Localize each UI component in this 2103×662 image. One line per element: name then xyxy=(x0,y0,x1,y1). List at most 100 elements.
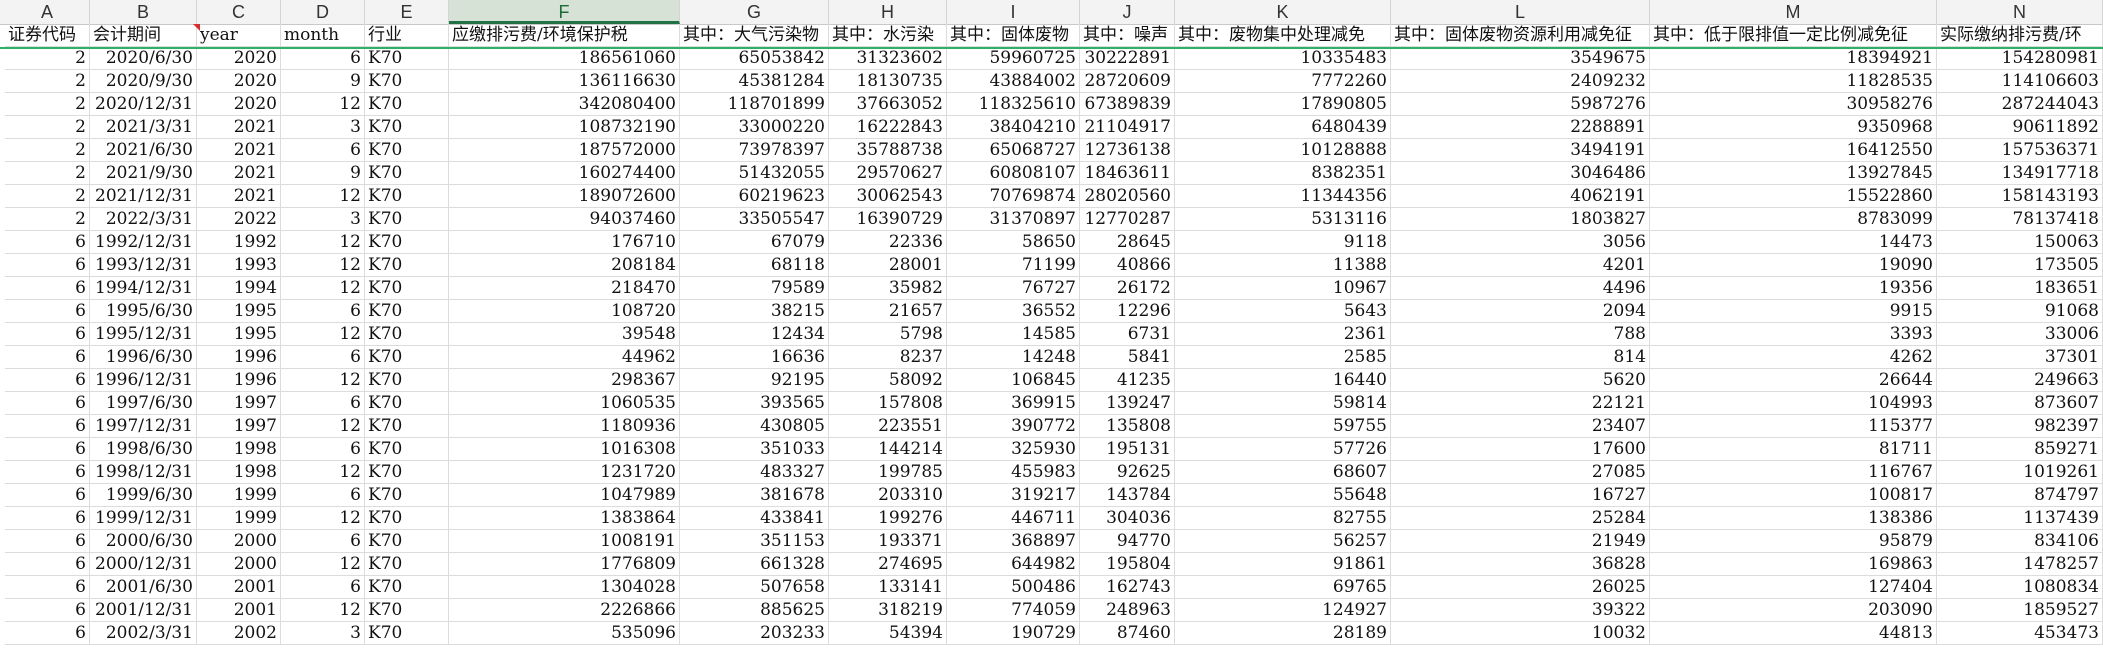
table-cell[interactable]: 58650 xyxy=(947,231,1080,254)
header-cell[interactable]: 实际缴纳排污费/环 xyxy=(1937,24,2103,47)
table-cell[interactable]: 108720 xyxy=(449,300,680,323)
table-cell[interactable]: 33006 xyxy=(1937,323,2103,346)
table-cell[interactable]: 82755 xyxy=(1175,507,1391,530)
table-cell[interactable]: 44962 xyxy=(449,346,680,369)
table-cell[interactable]: 1995/6/30 xyxy=(90,300,197,323)
table-cell[interactable]: 23407 xyxy=(1391,415,1650,438)
table-cell[interactable]: 68118 xyxy=(680,254,829,277)
table-cell[interactable]: 2001 xyxy=(197,576,281,599)
table-cell[interactable]: K70 xyxy=(365,139,449,162)
table-cell[interactable]: 44813 xyxy=(1650,622,1937,645)
table-cell[interactable]: 1998/6/30 xyxy=(90,438,197,461)
table-cell[interactable]: 115377 xyxy=(1650,415,1937,438)
table-cell[interactable]: 788 xyxy=(1391,323,1650,346)
table-cell[interactable]: 100817 xyxy=(1650,484,1937,507)
table-cell[interactable]: 12 xyxy=(281,277,365,300)
table-cell[interactable]: 1803827 xyxy=(1391,208,1650,231)
table-cell[interactable]: 79589 xyxy=(680,277,829,300)
table-cell[interactable]: 12 xyxy=(281,93,365,116)
table-cell[interactable]: 2020 xyxy=(197,47,281,70)
table-cell[interactable]: 12 xyxy=(281,461,365,484)
table-cell[interactable]: 2288891 xyxy=(1391,116,1650,139)
table-cell[interactable]: 834106 xyxy=(1937,530,2103,553)
table-cell[interactable]: 1997/6/30 xyxy=(90,392,197,415)
table-cell[interactable]: 16412550 xyxy=(1650,139,1937,162)
table-cell[interactable]: 6731 xyxy=(1080,323,1175,346)
table-cell[interactable]: 249663 xyxy=(1937,369,2103,392)
table-cell[interactable]: 28020560 xyxy=(1080,185,1175,208)
table-cell[interactable]: 33505547 xyxy=(680,208,829,231)
table-cell[interactable]: 33000220 xyxy=(680,116,829,139)
table-cell[interactable]: 814 xyxy=(1391,346,1650,369)
table-cell[interactable]: 59814 xyxy=(1175,392,1391,415)
table-cell[interactable]: 106845 xyxy=(947,369,1080,392)
table-cell[interactable]: K70 xyxy=(365,208,449,231)
table-cell[interactable]: 18463611 xyxy=(1080,162,1175,185)
header-cell[interactable]: 证券代码 xyxy=(5,24,90,47)
table-cell[interactable]: 1992/12/31 xyxy=(90,231,197,254)
column-header-k[interactable]: K xyxy=(1175,0,1391,24)
table-cell[interactable]: 16727 xyxy=(1391,484,1650,507)
table-cell[interactable]: 28720609 xyxy=(1080,70,1175,93)
column-header-n[interactable]: N xyxy=(1937,0,2103,24)
table-cell[interactable]: 6 xyxy=(5,392,90,415)
comment-indicator-icon[interactable] xyxy=(193,24,200,31)
table-cell[interactable]: 118701899 xyxy=(680,93,829,116)
table-cell[interactable]: 6 xyxy=(5,622,90,645)
table-cell[interactable]: 2021/3/31 xyxy=(90,116,197,139)
table-cell[interactable]: 6 xyxy=(5,323,90,346)
table-cell[interactable]: 3046486 xyxy=(1391,162,1650,185)
table-cell[interactable]: 55648 xyxy=(1175,484,1391,507)
column-header-l[interactable]: L xyxy=(1391,0,1650,24)
column-header-j[interactable]: J xyxy=(1080,0,1175,24)
table-cell[interactable]: 7772260 xyxy=(1175,70,1391,93)
table-cell[interactable]: 157808 xyxy=(829,392,947,415)
table-cell[interactable]: 134917718 xyxy=(1937,162,2103,185)
table-cell[interactable]: 133141 xyxy=(829,576,947,599)
table-cell[interactable]: 6 xyxy=(5,254,90,277)
table-cell[interactable]: 1060535 xyxy=(449,392,680,415)
table-cell[interactable]: 430805 xyxy=(680,415,829,438)
table-cell[interactable]: 143784 xyxy=(1080,484,1175,507)
header-cell[interactable]: 其中：大气污染物 xyxy=(680,24,829,47)
table-cell[interactable]: 4262 xyxy=(1650,346,1937,369)
table-cell[interactable]: 35982 xyxy=(829,277,947,300)
table-cell[interactable]: 2 xyxy=(5,139,90,162)
column-header-h[interactable]: H xyxy=(829,0,947,24)
table-cell[interactable]: K70 xyxy=(365,185,449,208)
table-cell[interactable]: K70 xyxy=(365,47,449,70)
table-cell[interactable]: 173505 xyxy=(1937,254,2103,277)
table-cell[interactable]: 10128888 xyxy=(1175,139,1391,162)
table-cell[interactable]: 2020 xyxy=(197,93,281,116)
table-cell[interactable]: 18130735 xyxy=(829,70,947,93)
table-cell[interactable]: 17600 xyxy=(1391,438,1650,461)
table-cell[interactable]: 67389839 xyxy=(1080,93,1175,116)
table-cell[interactable]: 6 xyxy=(5,553,90,576)
table-cell[interactable]: 31323602 xyxy=(829,47,947,70)
column-header-f[interactable]: F xyxy=(449,0,680,24)
table-cell[interactable]: K70 xyxy=(365,507,449,530)
table-cell[interactable]: 2021/12/31 xyxy=(90,185,197,208)
table-cell[interactable]: 8783099 xyxy=(1650,208,1937,231)
table-cell[interactable]: 15522860 xyxy=(1650,185,1937,208)
table-cell[interactable]: 1992 xyxy=(197,231,281,254)
table-cell[interactable]: 169863 xyxy=(1650,553,1937,576)
header-cell[interactable]: year xyxy=(197,24,281,47)
table-cell[interactable]: 6 xyxy=(281,139,365,162)
table-cell[interactable]: K70 xyxy=(365,484,449,507)
table-cell[interactable]: 1231720 xyxy=(449,461,680,484)
table-cell[interactable]: 12 xyxy=(281,254,365,277)
table-cell[interactable]: 10032 xyxy=(1391,622,1650,645)
table-cell[interactable]: 78137418 xyxy=(1937,208,2103,231)
table-cell[interactable]: 91861 xyxy=(1175,553,1391,576)
table-cell[interactable]: 203090 xyxy=(1650,599,1937,622)
table-cell[interactable]: 5798 xyxy=(829,323,947,346)
table-cell[interactable]: 6 xyxy=(5,438,90,461)
table-cell[interactable]: 1997 xyxy=(197,392,281,415)
table-cell[interactable]: K70 xyxy=(365,530,449,553)
table-cell[interactable]: 19356 xyxy=(1650,277,1937,300)
table-cell[interactable]: 203310 xyxy=(829,484,947,507)
table-cell[interactable]: K70 xyxy=(365,300,449,323)
table-cell[interactable]: 1994/12/31 xyxy=(90,277,197,300)
table-cell[interactable]: 26025 xyxy=(1391,576,1650,599)
